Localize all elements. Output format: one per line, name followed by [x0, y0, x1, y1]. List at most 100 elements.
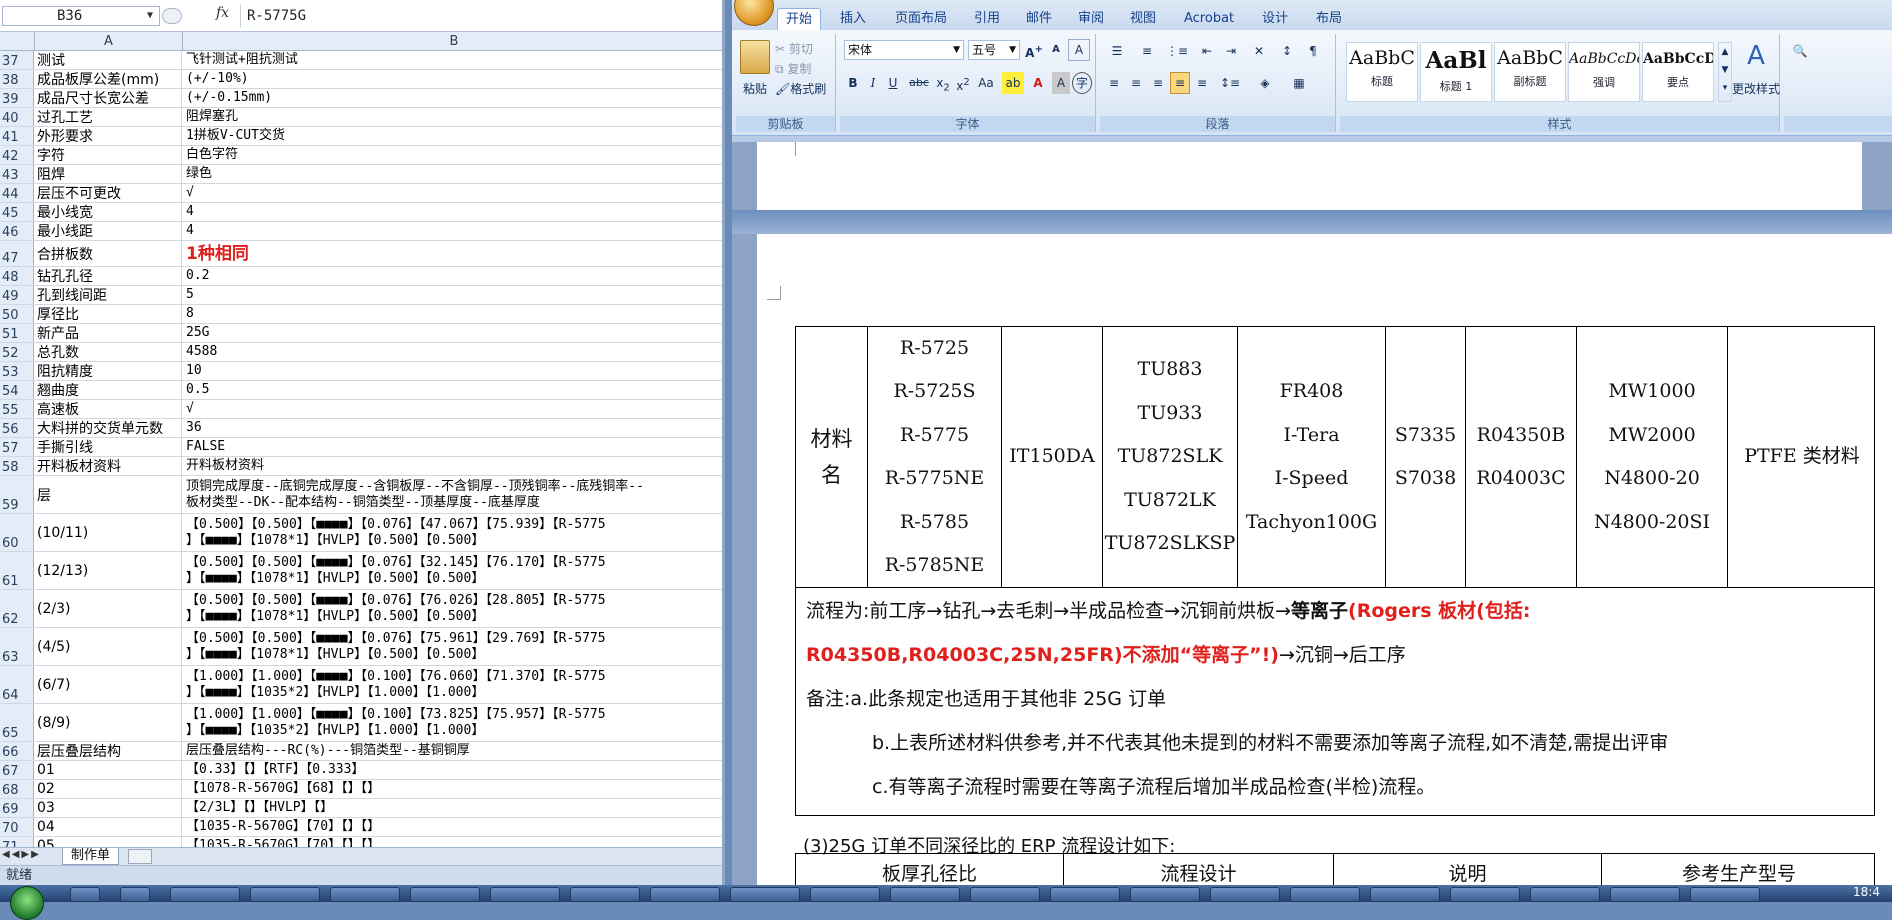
cell-a[interactable]: (4/5) [35, 628, 182, 665]
taskbar-app-icon[interactable] [650, 887, 720, 902]
cell-a[interactable]: 层压叠层结构 [35, 742, 182, 760]
sheet-row[interactable]: 64 (6/7) 【1.000】【1.000】【■■■■】【0.100】【76.06… [0, 666, 722, 704]
taskbar-app-icon[interactable] [1610, 887, 1680, 902]
style-heading-1[interactable]: AaBl 标题 1 [1420, 42, 1492, 102]
tab-page-layout[interactable]: 页面布局 [895, 8, 947, 30]
sheet-row[interactable]: 38 成品板厚公差(mm) (+/-10%) [0, 70, 722, 89]
sheet-row[interactable]: 43 阻焊 绿色 [0, 165, 722, 184]
row-header[interactable]: 47 [0, 241, 34, 266]
tab-acrobat[interactable]: Acrobat [1184, 8, 1234, 30]
sheet-row[interactable]: 59 层顶铜完成厚度--底铜完成厚度--含铜板厚--不含铜厚--顶残铜率--底残铜… [0, 476, 722, 514]
cell-b[interactable]: 1种相同 [183, 241, 722, 266]
row-header[interactable]: 43 [0, 165, 34, 183]
sheet-row[interactable]: 44 层压不可更改 √ [0, 184, 722, 203]
cell-a[interactable]: 阻抗精度 [35, 362, 182, 380]
cell-a[interactable]: (10/11) [35, 514, 182, 551]
row-header[interactable]: 53 [0, 362, 34, 380]
cell-a[interactable]: 孔到线间距 [35, 286, 182, 304]
taskbar-app-icon[interactable] [1370, 887, 1440, 902]
taskbar-app-icon[interactable] [250, 887, 320, 902]
cell-b[interactable]: 10 [183, 362, 722, 380]
row-header[interactable]: 58 [0, 457, 34, 475]
sheet-row[interactable]: 42 字符 白色字符 [0, 146, 722, 165]
cell-b[interactable]: 开料板材资料 [183, 457, 722, 475]
cell-a[interactable]: 翘曲度 [35, 381, 182, 399]
taskbar-app-icon[interactable] [730, 887, 800, 902]
cell-b[interactable]: 层压叠层结构---RC(%)---铜箔类型--基铜铜厚 [183, 742, 722, 760]
row-header[interactable]: 61 [0, 552, 34, 589]
cell-a[interactable]: 最小线距 [35, 222, 182, 240]
formula-expand-button[interactable] [162, 8, 182, 24]
cell-b[interactable]: 1拼板V-CUT交货 [183, 127, 722, 145]
row-header[interactable]: 59 [0, 476, 34, 513]
taskbar-app-icon[interactable] [70, 887, 100, 902]
cell-b[interactable]: 【0.500】【0.500】【■■■■】【0.076】【47.067】【75.9… [183, 514, 722, 551]
cell-b[interactable]: 5 [183, 286, 722, 304]
style-subtitle[interactable]: AaBbC 副标题 [1494, 42, 1566, 102]
cell-a[interactable]: 04 [35, 818, 182, 836]
sheet-row[interactable]: 40 过孔工艺 阻焊塞孔 [0, 108, 722, 127]
taskbar-clock[interactable]: 18:4 [1853, 885, 1880, 899]
sheet-row[interactable]: 62 (2/3) 【0.500】【0.500】【■■■■】【0.076】【76.02… [0, 590, 722, 628]
row-header[interactable]: 54 [0, 381, 34, 399]
row-header[interactable]: 64 [0, 666, 34, 703]
row-header[interactable]: 41 [0, 127, 34, 145]
cell-b[interactable]: 【2/3L】【】【HVLP】【】 [183, 799, 722, 817]
row-header[interactable]: 50 [0, 305, 34, 323]
clear-format-icon[interactable]: A [1068, 39, 1090, 61]
show-marks-icon[interactable]: ¶ [1302, 40, 1324, 62]
cell-b[interactable]: 4 [183, 222, 722, 240]
cell-b[interactable]: 4588 [183, 343, 722, 361]
chevron-down-icon[interactable]: ▼ [147, 7, 153, 25]
row-header[interactable]: 42 [0, 146, 34, 164]
distributed-icon[interactable]: ≡ [1192, 72, 1212, 94]
cell-b[interactable]: 阻焊塞孔 [183, 108, 722, 126]
numbering-icon[interactable]: ≡ [1134, 40, 1160, 62]
sheet-row[interactable]: 57 手撕引线 FALSE [0, 438, 722, 457]
sheet-row[interactable]: 69 03 【2/3L】【】【HVLP】【】 [0, 799, 722, 818]
row-header[interactable]: 39 [0, 89, 34, 107]
column-header-b[interactable]: B [183, 32, 722, 51]
format-painter-button[interactable]: 🖌格式刷 [774, 78, 836, 100]
sheet-row[interactable]: 47 合拼板数 1种相同 [0, 241, 722, 267]
cell-a[interactable]: 层压不可更改 [35, 184, 182, 202]
cell-a[interactable]: (2/3) [35, 590, 182, 627]
justify-icon[interactable]: ≡ [1170, 72, 1190, 94]
cell-b[interactable]: 白色字符 [183, 146, 722, 164]
tab-layout[interactable]: 布局 [1316, 8, 1342, 30]
sheet-row[interactable]: 60 (10/11) 【0.500】【0.500】【■■■■】【0.076】【47.… [0, 514, 722, 552]
row-header[interactable]: 51 [0, 324, 34, 342]
row-header[interactable]: 66 [0, 742, 34, 760]
row-header[interactable]: 62 [0, 590, 34, 627]
row-header[interactable]: 38 [0, 70, 34, 88]
taskbar-app-icon[interactable] [330, 887, 400, 902]
office-button-icon[interactable] [734, 0, 774, 26]
sheet-row[interactable]: 52 总孔数 4588 [0, 343, 722, 362]
row-header[interactable]: 70 [0, 818, 34, 836]
taskbar-app-icon[interactable] [570, 887, 640, 902]
sheet-row[interactable]: 55 高速板 √ [0, 400, 722, 419]
sheet-row[interactable]: 58 开料板材资料 开料板材资料 [0, 457, 722, 476]
sheet-row[interactable]: 39 成品尺寸长宽公差 (+/-0.15mm) [0, 89, 722, 108]
name-box[interactable]: B36 ▼ [2, 6, 160, 26]
taskbar-app-icon[interactable] [1530, 887, 1600, 902]
cell-a[interactable]: 测试 [35, 51, 182, 69]
cell-a[interactable]: 成品尺寸长宽公差 [35, 89, 182, 107]
cell-b[interactable]: 【0.500】【0.500】【■■■■】【0.076】【76.026】【28.8… [183, 590, 722, 627]
line-spacing-icon[interactable]: ↕≡ [1216, 72, 1244, 94]
row-header[interactable]: 57 [0, 438, 34, 456]
cell-b[interactable]: FALSE [183, 438, 722, 456]
sheet-row[interactable]: 66 层压叠层结构 层压叠层结构---RC(%)---铜箔类型--基铜铜厚 [0, 742, 722, 761]
cell-b[interactable]: 0.2 [183, 267, 722, 285]
tab-insert[interactable]: 插入 [840, 8, 866, 30]
sheet-row[interactable]: 50 厚径比 8 [0, 305, 722, 324]
row-header[interactable]: 49 [0, 286, 34, 304]
formula-input[interactable]: R-5775G [240, 4, 722, 28]
start-button-icon[interactable] [10, 886, 44, 920]
cell-a[interactable]: 02 [35, 780, 182, 798]
shrink-font-icon[interactable]: A [1046, 39, 1066, 61]
taskbar-app-icon[interactable] [410, 887, 480, 902]
document-page[interactable]: 材料名 R-5725 R-5725S R-5775 R-5775NE R-5785 R-57… [757, 234, 1892, 885]
increase-indent-icon[interactable]: ⇥ [1220, 40, 1242, 62]
cell-b[interactable]: 4 [183, 203, 722, 221]
